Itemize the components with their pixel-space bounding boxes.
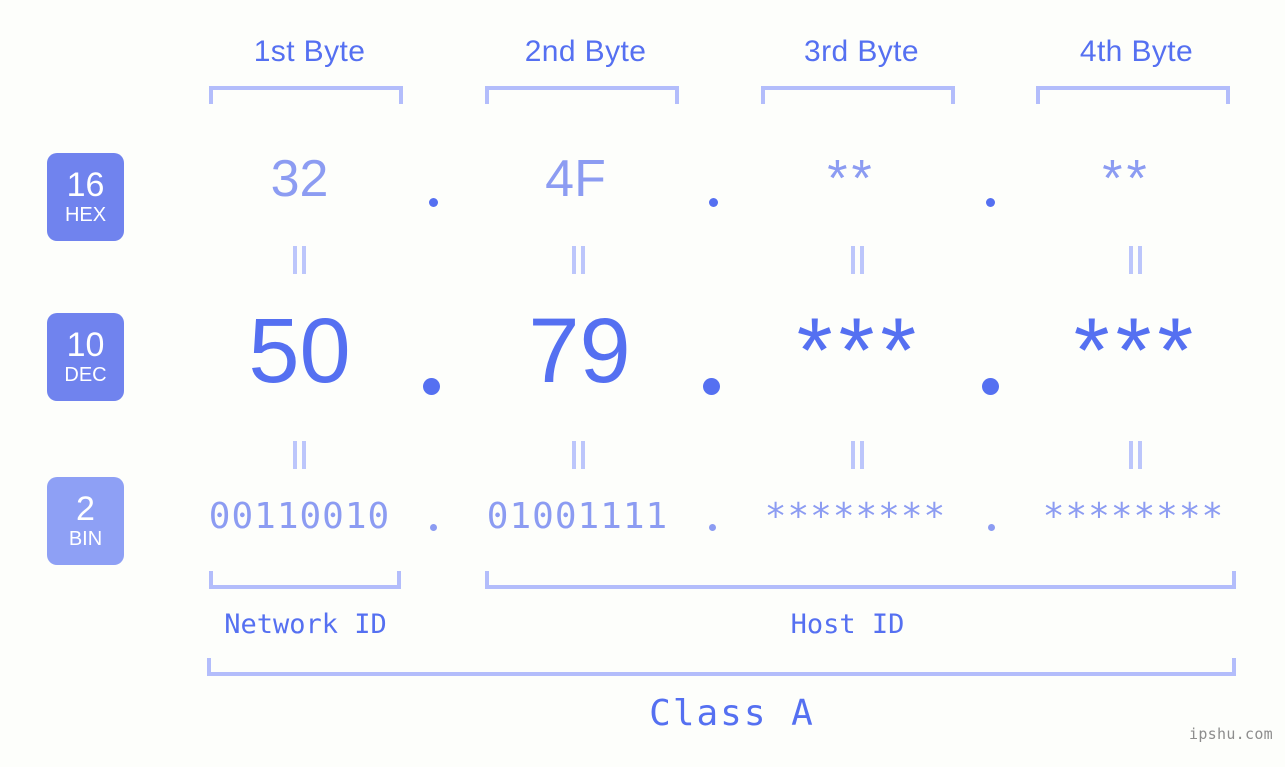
equals-connector-dec-bin-2 [572, 441, 586, 469]
host-id-label: Host ID [790, 609, 905, 640]
bin-byte-4: ******** [1042, 496, 1225, 537]
equals-connector-dec-bin-4 [1129, 441, 1143, 469]
byte-header-2: 2nd Byte [524, 35, 647, 68]
base-badge-hex-name: HEX [64, 204, 107, 226]
site-watermark: ipshu.com [1189, 725, 1273, 743]
class-label: Class A [649, 693, 815, 734]
base-badge-bin: 2 BIN [47, 477, 124, 565]
network-id-label: Network ID [224, 609, 387, 640]
host-id-bracket [485, 571, 1236, 589]
dec-separator-dot-3 [982, 378, 999, 395]
base-badge-dec-name: DEC [64, 364, 107, 386]
base-badge-dec: 10 DEC [47, 313, 124, 401]
dec-separator-dot-1 [423, 378, 440, 395]
byte-header-1: 1st Byte [253, 35, 366, 68]
base-badge-dec-number: 10 [66, 326, 105, 364]
dec-byte-4: *** [1073, 300, 1200, 402]
byte-bracket-top-2 [485, 86, 679, 104]
class-bracket [207, 658, 1236, 676]
dec-byte-3: *** [796, 300, 923, 402]
byte-header-3: 3rd Byte [804, 35, 919, 68]
equals-connector-hex-dec-1 [293, 246, 307, 274]
equals-connector-hex-dec-4 [1129, 246, 1143, 274]
hex-byte-3: ** [827, 150, 876, 208]
base-badge-bin-name: BIN [68, 528, 103, 550]
bin-separator-dot-1 [430, 524, 437, 531]
hex-byte-4: ** [1102, 150, 1151, 208]
dec-byte-1: 50 [248, 300, 351, 402]
ip-byte-breakdown-diagram: 1st Byte 2nd Byte 3rd Byte 4th Byte 16 H… [0, 0, 1285, 767]
base-badge-hex-number: 16 [66, 166, 105, 204]
bin-byte-3: ******** [764, 496, 947, 537]
bin-separator-dot-3 [988, 524, 995, 531]
equals-connector-dec-bin-3 [851, 441, 865, 469]
equals-connector-hex-dec-3 [851, 246, 865, 274]
dec-separator-dot-2 [703, 378, 720, 395]
base-badge-hex: 16 HEX [47, 153, 124, 241]
hex-byte-1: 32 [270, 150, 329, 208]
hex-separator-dot-3 [986, 198, 995, 207]
base-badge-bin-number: 2 [76, 490, 95, 528]
equals-connector-hex-dec-2 [572, 246, 586, 274]
hex-separator-dot-1 [429, 198, 438, 207]
byte-bracket-top-1 [209, 86, 403, 104]
byte-bracket-top-4 [1036, 86, 1230, 104]
byte-bracket-top-3 [761, 86, 955, 104]
hex-byte-2: 4F [545, 150, 606, 208]
network-id-bracket [209, 571, 401, 589]
equals-connector-dec-bin-1 [293, 441, 307, 469]
byte-header-4: 4th Byte [1079, 35, 1194, 68]
bin-separator-dot-2 [709, 524, 716, 531]
hex-separator-dot-2 [709, 198, 718, 207]
bin-byte-2: 01001111 [486, 496, 669, 537]
dec-byte-2: 79 [528, 300, 631, 402]
bin-byte-1: 00110010 [208, 496, 391, 537]
